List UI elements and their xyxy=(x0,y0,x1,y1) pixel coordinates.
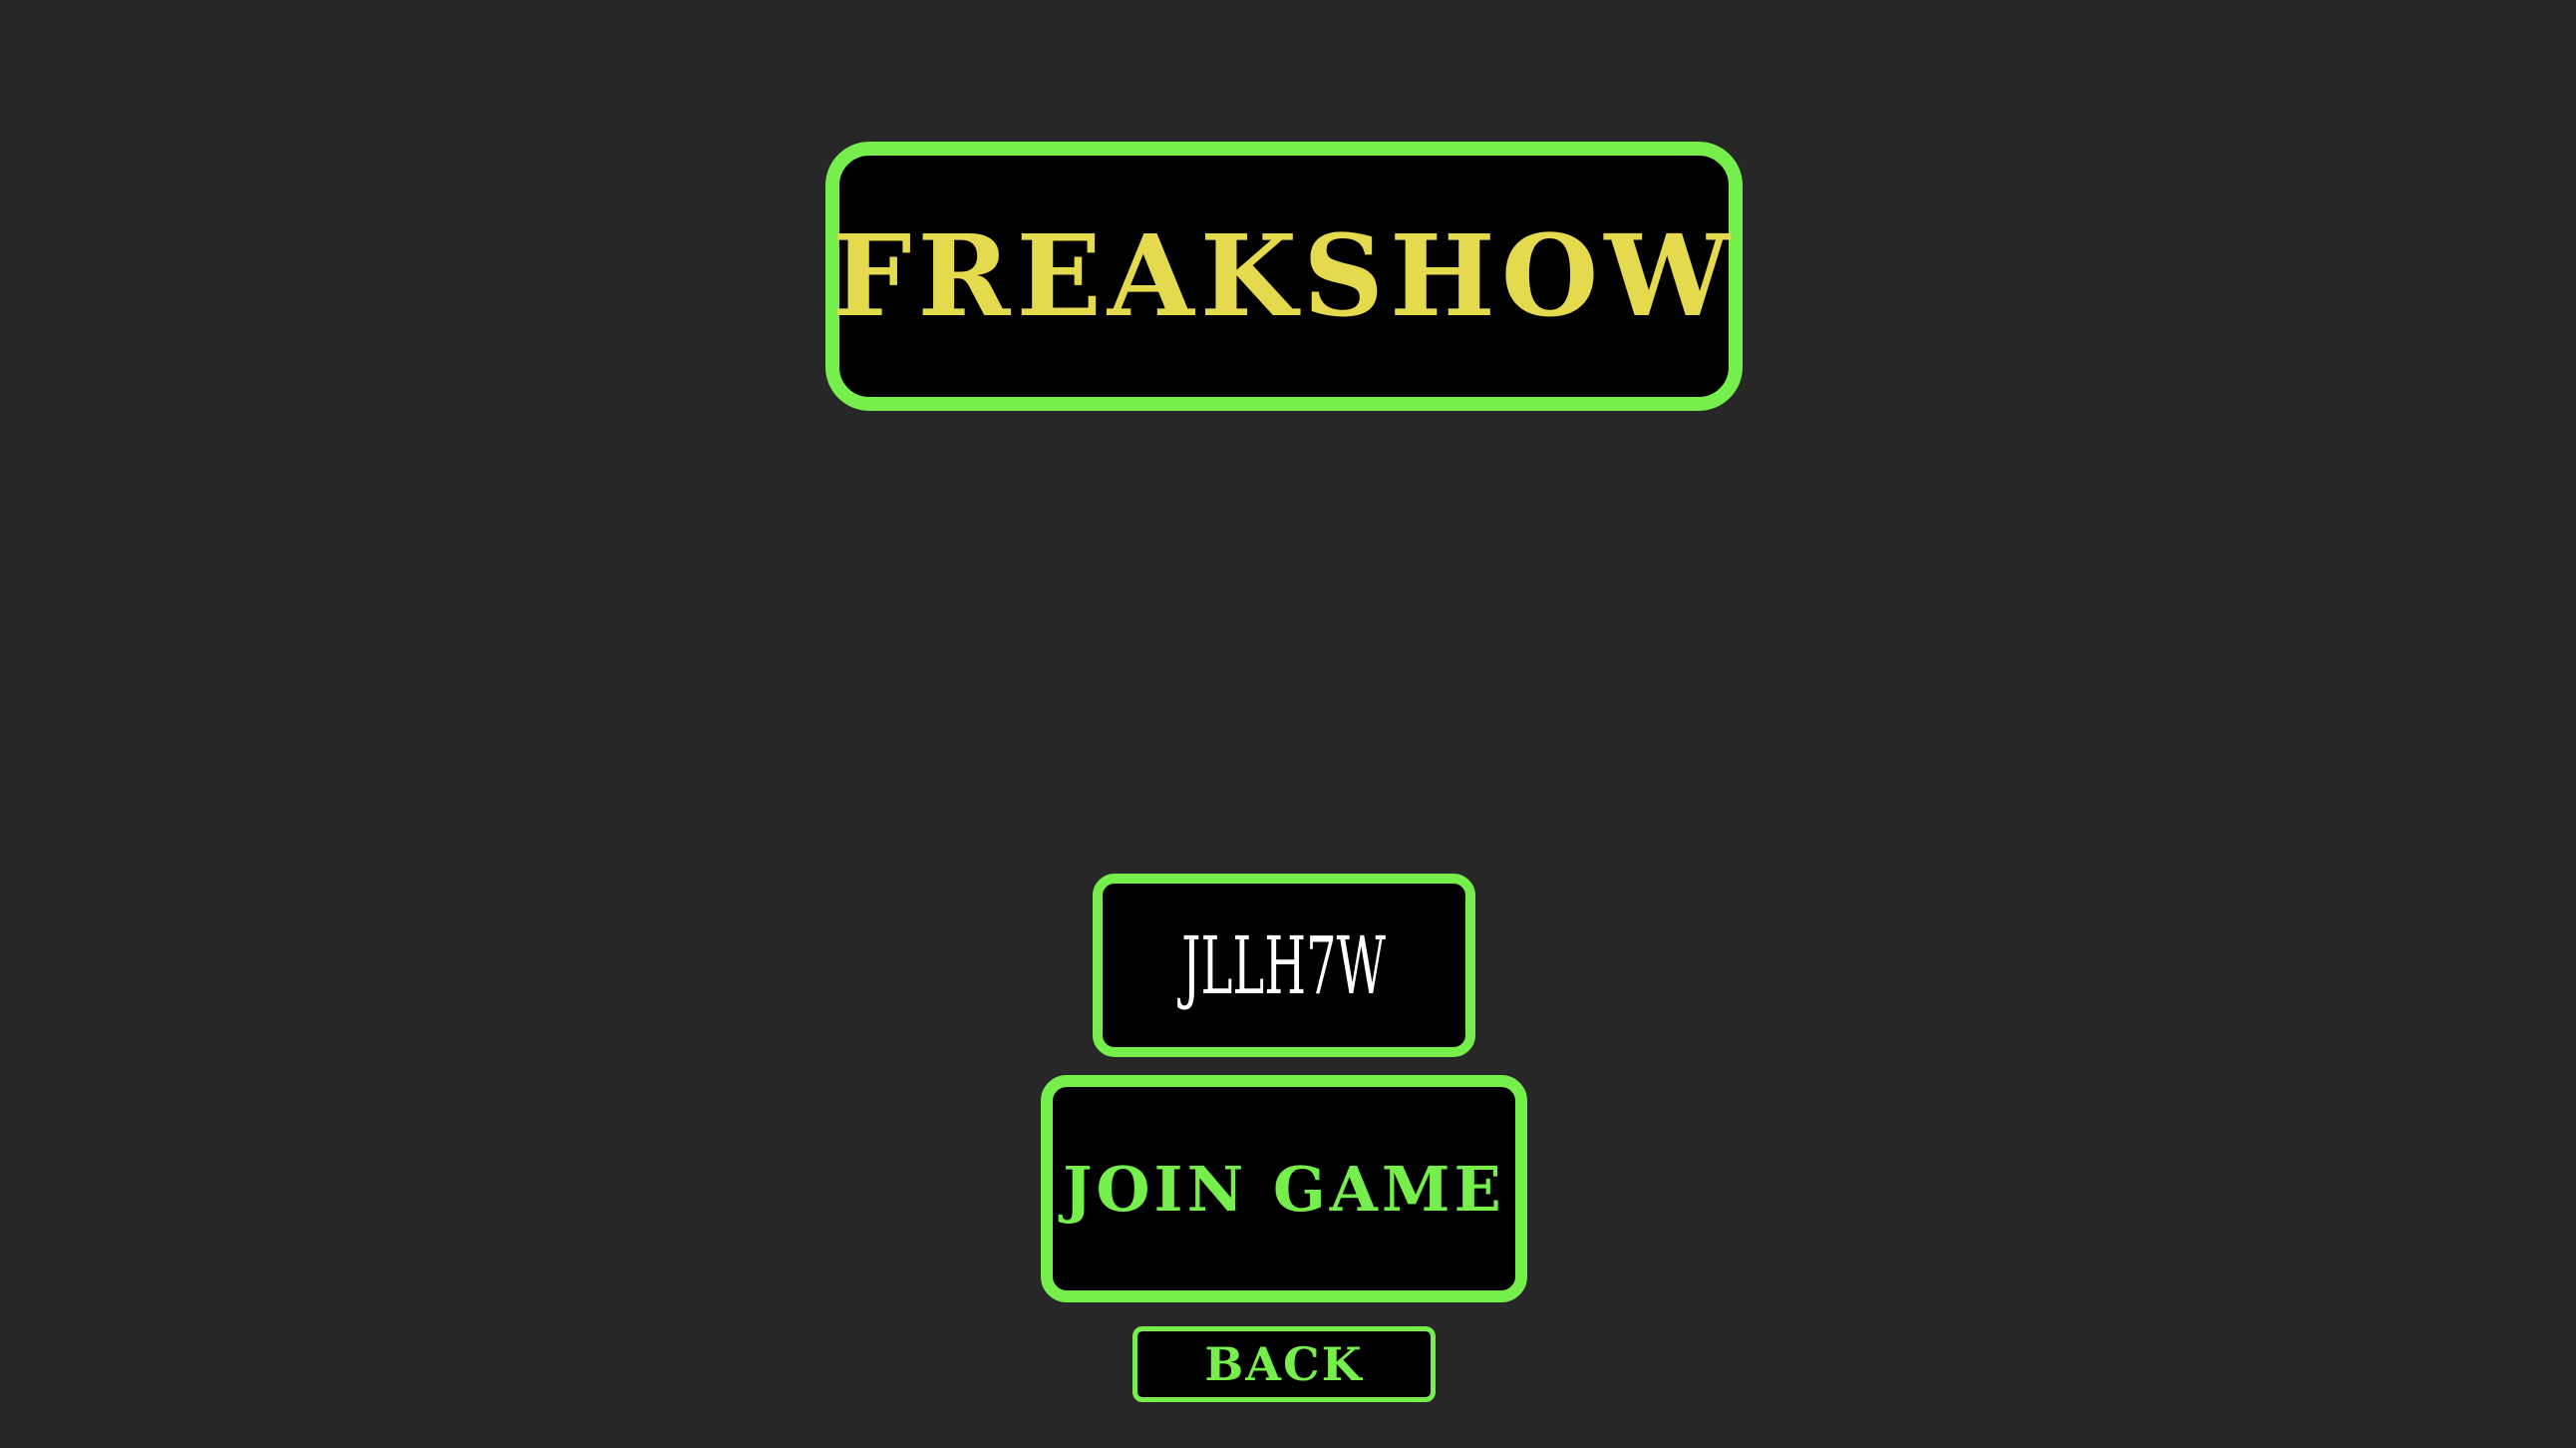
game-lobby-screen: { "title": "FREAKSHOW", "room_code": "JL… xyxy=(0,0,2576,1448)
join-game-button[interactable]: JOIN GAME xyxy=(1041,1075,1527,1302)
room-code-input[interactable]: JLLH7W xyxy=(1093,874,1475,1057)
game-title-banner: FREAKSHOW xyxy=(825,142,1743,411)
join-game-label: JOIN GAME xyxy=(1063,1152,1505,1226)
game-title: FREAKSHOW xyxy=(831,210,1737,342)
back-button[interactable]: BACK xyxy=(1132,1326,1436,1402)
room-code-value: JLLH7W xyxy=(1181,918,1387,1012)
back-label: BACK xyxy=(1204,1337,1364,1391)
